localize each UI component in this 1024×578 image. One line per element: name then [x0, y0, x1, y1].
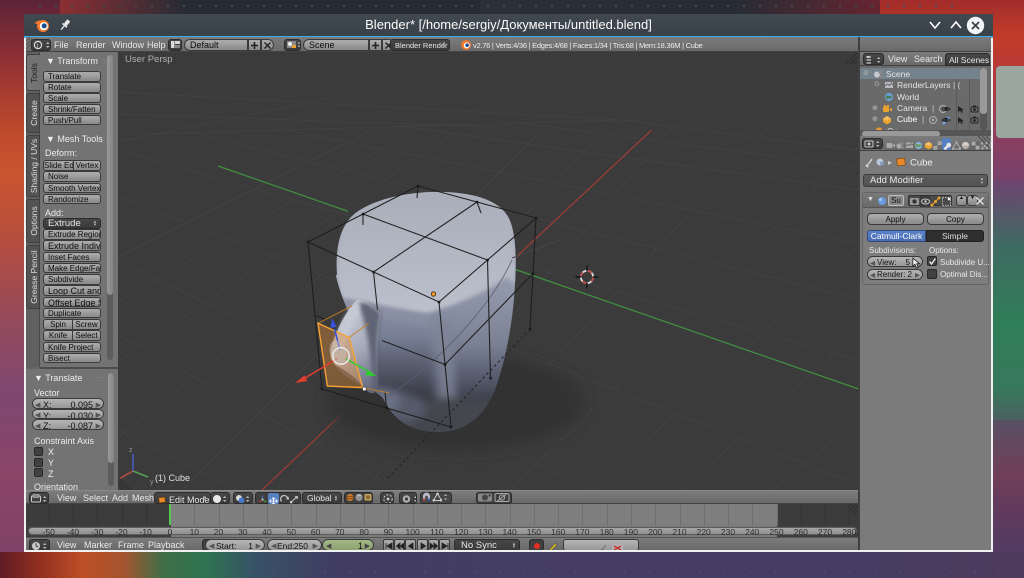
- svg-text:z: z: [129, 447, 133, 454]
- svg-text:y: y: [150, 479, 154, 486]
- svg-text:(1) Cube: (1) Cube: [155, 473, 190, 483]
- svg-text:User Persp: User Persp: [125, 54, 173, 65]
- svg-text:Cube: Cube: [910, 158, 933, 169]
- svg-text:i: i: [37, 42, 38, 49]
- svg-text:▸: ▸: [888, 158, 892, 167]
